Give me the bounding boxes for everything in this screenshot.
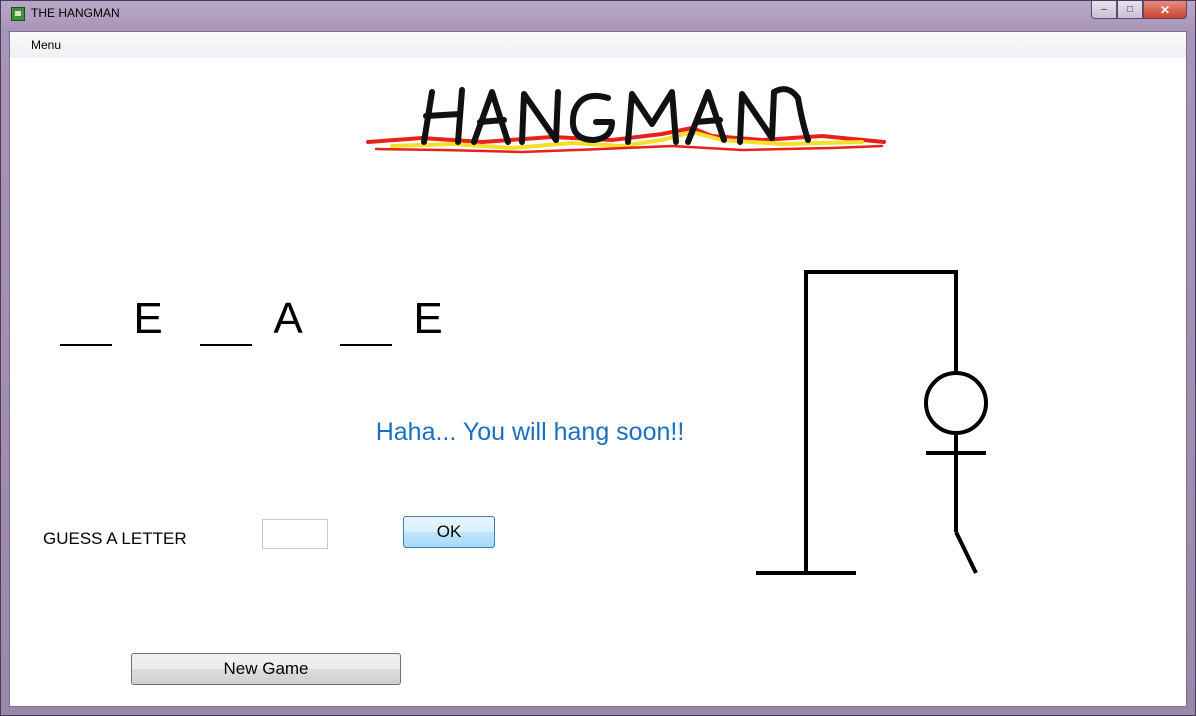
menu-bar: Menu [10,32,1186,58]
letter-slot [338,294,394,352]
window-controls: – □ ✕ [1091,1,1187,20]
title-bar[interactable]: THE HANGMAN – □ ✕ [1,1,1195,29]
status-message: Haha... You will hang soon!! [375,418,685,446]
ok-button[interactable]: OK [403,516,495,548]
client-area: Menu E A E Haha... You will hang soon!! … [9,31,1187,707]
letter-slot: E [133,294,163,343]
word-display: E A E [58,294,478,354]
guess-label: GUESS A LETTER [43,529,187,548]
hangman-drawing [756,270,988,575]
window-title: THE HANGMAN [31,6,120,20]
close-button[interactable]: ✕ [1143,1,1187,19]
letter-slot [198,294,254,352]
hangman-logo [366,86,886,154]
minimize-button[interactable]: – [1091,1,1117,19]
stickman-leg [954,531,978,574]
app-window: THE HANGMAN – □ ✕ Menu E A E Haha... You… [0,0,1196,716]
maximize-button[interactable]: □ [1117,1,1143,19]
letter-slot: E [413,294,443,343]
letter-slot [58,294,114,352]
app-icon [11,7,25,21]
new-game-button[interactable]: New Game [131,653,401,685]
menu-item-menu[interactable]: Menu [31,38,61,52]
guess-input[interactable] [262,519,328,549]
stickman-head [924,371,988,435]
letter-slot: A [273,294,303,343]
